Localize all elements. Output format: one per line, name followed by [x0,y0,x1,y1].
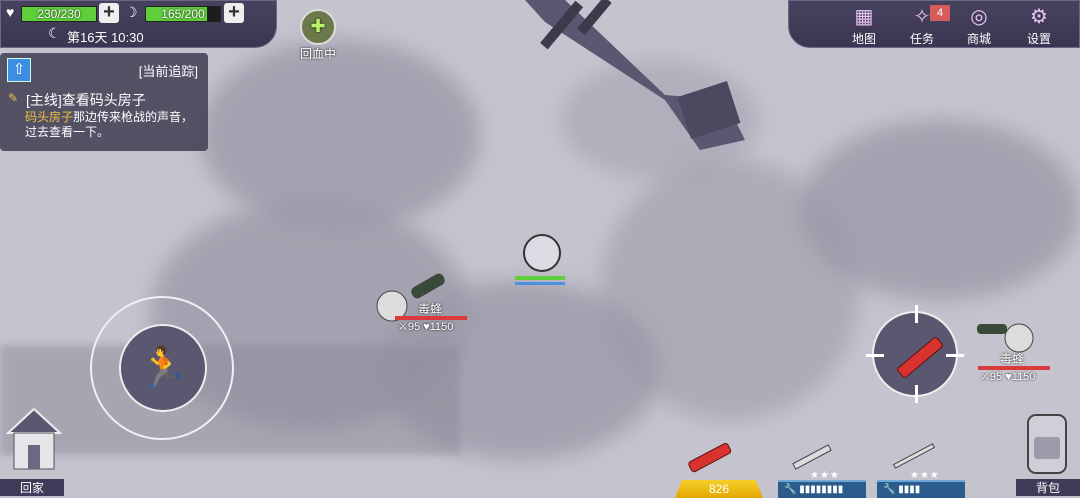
wrench-icon: 🔧 ▮▮▮▮ [883,484,921,495]
map-icon: ▦ [854,6,874,28]
day-time: 第16天 10:30 [67,30,144,45]
player-character [519,230,563,274]
attack-button[interactable] [866,305,964,403]
regen-status: ✚ 回血中 [296,9,340,62]
regen-icon: ✚ [300,9,336,45]
knife-weapon-icon [892,443,936,469]
quest-label: 任务 [909,32,934,46]
backpack-icon [1027,414,1067,474]
weapon-slot-2[interactable]: 🔧 ▮▮▮▮ [877,480,965,498]
enemy-attack: 95 [989,371,1003,383]
enemy-attack: 95 [407,321,421,333]
enemy-hp: 1150 [1011,371,1036,383]
enemy-name: 毒蜂 [418,302,443,316]
player-health-bar [515,276,565,280]
enemy-stats: ⚔95 ♥1150 [398,320,453,333]
dynamite-icon [895,335,945,380]
status-panel: ♥ 230/230 + ☽ 165/200 + ☾ 第16天 10:30 [0,0,277,48]
dynamite-item-icon [688,442,732,473]
shop-button[interactable]: ◎ 商城 [957,3,1001,47]
weapon-slot-1[interactable]: 🔧 ▮▮▮▮▮▮▮▮ [778,480,866,498]
quest-button[interactable]: ✧ 任务 4 [900,3,950,47]
quest-title: [主线]查看码头房子 [26,92,146,108]
settings-label: 设置 [1026,32,1051,46]
quest-header: [当前追踪] [138,64,198,79]
wrench-weapon-icon [792,444,832,470]
map-label: 地图 [851,32,876,46]
quest-count-badge: 4 [930,5,950,21]
quest-tracker[interactable]: ⇧ [当前追踪] ✎ [主线]查看码头房子 码头房子那边传来枪战的声音，过去查看… [0,53,208,151]
moon-icon: ☾ [48,25,61,41]
enemy-hp: 1150 [429,321,454,333]
backpack-button[interactable]: 背包 [1010,405,1080,498]
settings-button[interactable]: ⚙ 设置 [1017,3,1061,47]
collapse-arrow-icon[interactable]: ⇧ [7,58,31,82]
gear-icon: ⚙ [1030,6,1048,28]
health-bar: 230/230 [21,6,97,22]
dynamite-slot[interactable]: 826 [675,480,763,498]
home-button[interactable]: 回家 [0,405,68,498]
main-menu: ▦ 地图 ✧ 任务 4 ◎ 商城 ⚙ 设置 [788,0,1080,48]
player-shield-bar [515,282,565,285]
hunger-bar: 165/200 [145,6,221,22]
hunger-value: 165/200 [161,7,205,21]
wrench-icon: 🔧 ▮▮▮▮▮▮▮▮ [784,484,844,495]
sword-icon: ⚔ [398,321,408,333]
quest-desc: 码头房子那边传来枪战的声音，过去查看一下。 [25,110,205,140]
heart-icon: ♥ [6,4,15,20]
add-food-button[interactable]: + [224,2,244,23]
sprint-icon[interactable]: 🏃 [119,324,207,412]
quest-location: 码头房子 [25,110,74,124]
bag-label: 背包 [1016,479,1080,496]
health-value: 230/230 [37,7,81,21]
enemy-stats: ⚔95 ♥1150 [980,370,1035,383]
dynamite-count: 826 [708,482,730,496]
shop-coins-icon: ◎ [970,6,988,28]
sword-icon: ⚔ [980,371,990,383]
shop-label: 商城 [966,32,991,46]
add-health-button[interactable]: + [99,2,119,23]
stomach-icon: ☽ [125,4,138,20]
pier-structure [525,0,745,150]
house-icon [6,407,62,470]
regen-label: 回血中 [299,47,336,61]
home-label: 回家 [0,479,64,496]
enemy-wasp [376,273,445,322]
enemy-name: 毒蜂 [1000,352,1025,366]
quest-scroll-icon: ✎ [8,91,19,105]
map-button[interactable]: ▦ 地图 [842,3,886,47]
